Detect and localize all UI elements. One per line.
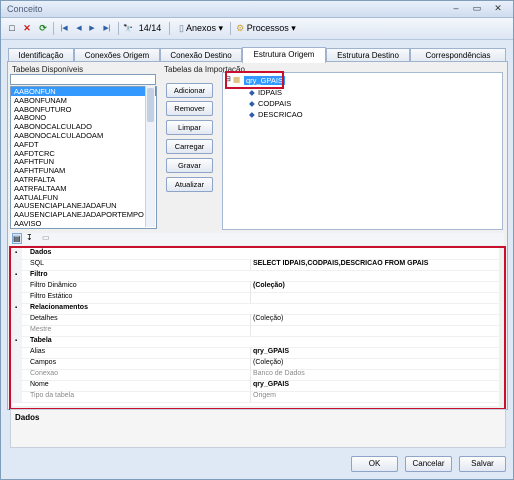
tab-conexoes-origem[interactable]: Conexões Origem	[74, 48, 160, 62]
first-record-icon[interactable]: |◀	[57, 21, 71, 36]
refresh-icon[interactable]: ⟳	[37, 21, 49, 36]
description-pane: Dados	[10, 409, 506, 448]
ok-button[interactable]: OK	[351, 456, 398, 472]
list-scrollbar[interactable]	[145, 86, 155, 227]
toolbar-separator	[118, 22, 119, 35]
list-item[interactable]: AAFHTFUNAM	[11, 166, 156, 175]
remover-button[interactable]: Remover	[166, 101, 213, 116]
tree-field-node[interactable]: IDPAIS	[258, 88, 282, 97]
processos-menu[interactable]: ⚙ Processos ▾	[235, 21, 297, 36]
gear-icon: ⚙	[236, 23, 245, 33]
list-item[interactable]: AAVISO	[11, 219, 156, 228]
processos-label: Processos	[246, 23, 289, 33]
list-item[interactable]: AABONFUNAM	[11, 96, 156, 105]
cancelar-button[interactable]: Cancelar	[405, 456, 452, 472]
list-item[interactable]: AATRFALTA	[11, 175, 156, 184]
salvar-button[interactable]: Salvar	[459, 456, 506, 472]
tab-estrutura-destino[interactable]: Estrutura Destino	[326, 48, 410, 62]
property-grid-highlight-box	[9, 246, 506, 410]
list-item[interactable]: AAFDT	[11, 140, 156, 149]
categorized-icon[interactable]: ▤	[12, 233, 22, 244]
table-filter-input[interactable]	[10, 74, 156, 85]
list-item[interactable]: AABONO	[11, 113, 156, 122]
available-tables-title: Tabelas Disponíveis	[12, 65, 84, 74]
field-icon: ◆	[249, 99, 255, 108]
next-record-icon[interactable]: ▶	[87, 21, 97, 36]
list-item[interactable]: AABONFUTURO	[11, 105, 156, 114]
toolbar-separator	[169, 22, 170, 35]
list-item[interactable]: AATRFALTAAM	[11, 184, 156, 193]
property-pages-icon[interactable]: ▭	[42, 233, 50, 242]
minimize-button[interactable]: –	[449, 3, 463, 14]
previous-record-icon[interactable]: ◀	[74, 21, 84, 36]
window-title: Conceito	[7, 4, 43, 14]
field-icon: ◆	[249, 88, 255, 97]
anexos-label: Anexos	[185, 23, 216, 33]
anexos-menu[interactable]: ▯ Anexos ▾	[175, 21, 227, 36]
list-item[interactable]: AAFHTFUN	[11, 157, 156, 166]
list-item[interactable]: AAUSENCIAPLANEJADAFUN	[11, 201, 156, 210]
binoculars-icon[interactable]: 🔭	[122, 21, 134, 36]
property-toolbar: ▤ ↧ ▭	[10, 233, 504, 245]
record-position: 14/14	[138, 23, 162, 33]
list-item[interactable]: AATUALFUN	[11, 193, 156, 202]
list-item[interactable]: AABONOCALCULADO	[11, 122, 156, 131]
tab-correspondencias[interactable]: Correspondências	[410, 48, 506, 62]
import-tables-tree: ⊟ ▦ qry_GPAIS ◆ IDPAIS ◆ CODPAIS ◆ DESCR…	[222, 72, 503, 230]
title-bar: Conceito – ▭ ✕	[1, 1, 513, 18]
tab-strip: Identificação Conexões Origem Conexão De…	[8, 47, 508, 63]
field-icon: ◆	[249, 110, 255, 119]
description-title: Dados	[15, 413, 40, 422]
attachment-icon: ▯	[178, 23, 184, 33]
available-tables-list[interactable]: AABONFUN AABONFUNAM AABONFUTURO AABONO A…	[10, 86, 157, 229]
limpar-button[interactable]: Limpar	[166, 120, 213, 135]
gravar-button[interactable]: Gravar	[166, 158, 213, 173]
tree-field-node[interactable]: DESCRICAO	[258, 110, 303, 119]
root-highlight-box	[225, 71, 284, 89]
delete-icon[interactable]: ✕	[21, 21, 33, 36]
list-item[interactable]: AABONOCALCULADOAM	[11, 131, 156, 140]
restore-button[interactable]: ▭	[470, 3, 484, 14]
chevron-down-icon: ▾	[218, 23, 224, 33]
close-button[interactable]: ✕	[491, 3, 505, 14]
atualizar-button[interactable]: Atualizar	[166, 177, 213, 192]
scrollbar-thumb[interactable]	[147, 88, 154, 122]
toolbar-separator	[53, 22, 54, 35]
tab-identificacao[interactable]: Identificação	[8, 48, 74, 62]
list-item[interactable]: AABONFUN	[11, 87, 156, 96]
last-record-icon[interactable]: ▶|	[100, 21, 114, 36]
tree-field-node[interactable]: CODPAIS	[258, 99, 291, 108]
toolbar-separator	[230, 22, 231, 35]
sort-az-icon[interactable]: ↧	[26, 233, 33, 242]
adicionar-button[interactable]: Adicionar	[166, 83, 213, 98]
chevron-down-icon: ▾	[291, 23, 296, 33]
list-item[interactable]: AAFDTCRC	[11, 149, 156, 158]
list-item[interactable]: AAUSENCIAPLANEJADAPORTEMPO	[11, 210, 156, 219]
toolbar: □ ✕ ⟳ |◀ ◀ ▶ ▶| 🔭 14/14 ▯ Anexos ▾ ⚙ Pro…	[1, 18, 513, 40]
new-icon[interactable]: □	[6, 21, 18, 36]
tab-estrutura-origem[interactable]: Estrutura Origem	[242, 47, 326, 63]
tab-conexao-destino[interactable]: Conexão Destino	[160, 48, 242, 62]
carregar-button[interactable]: Carregar	[166, 139, 213, 154]
